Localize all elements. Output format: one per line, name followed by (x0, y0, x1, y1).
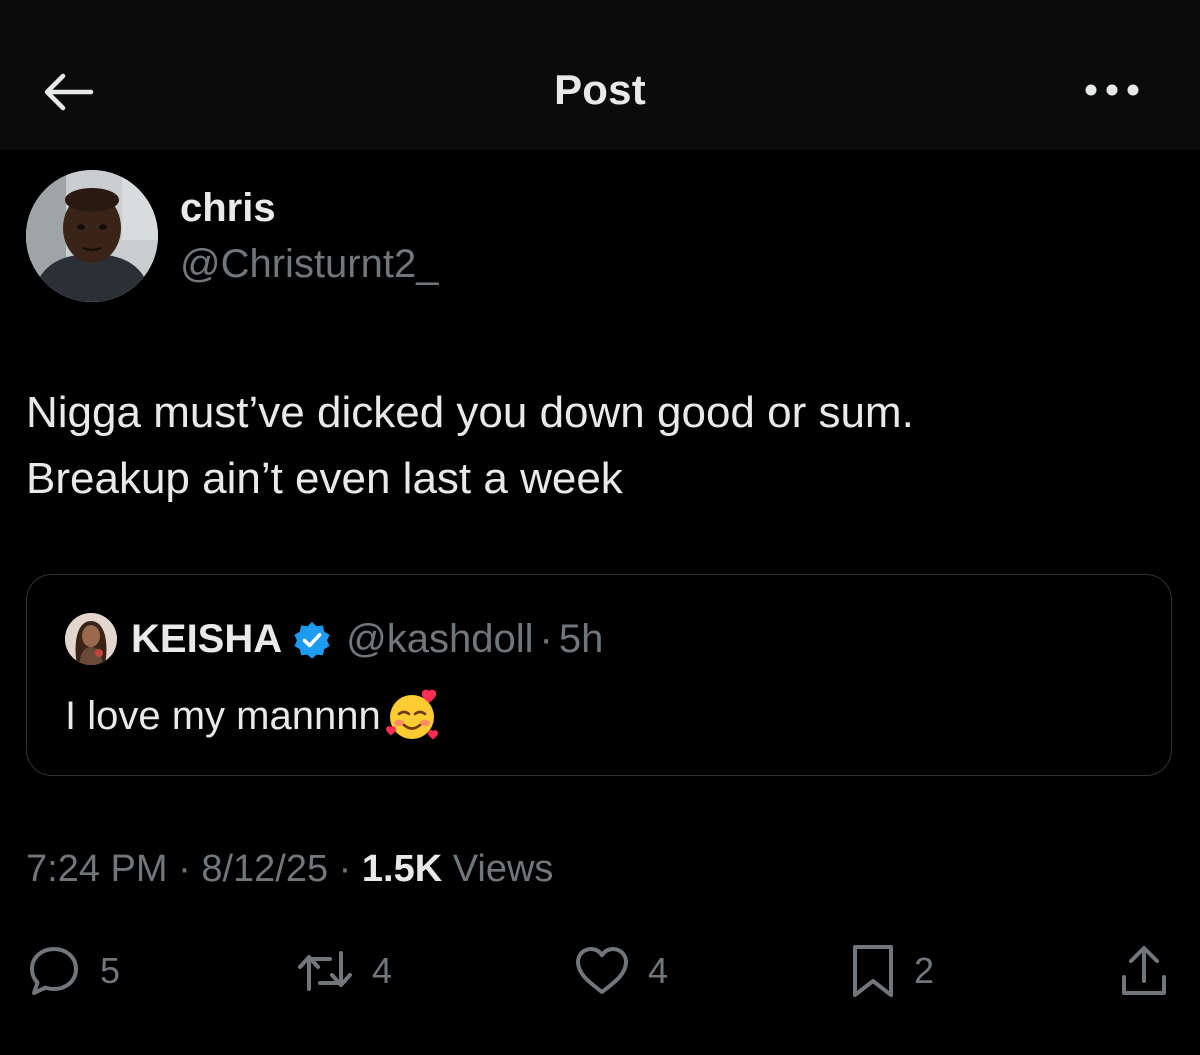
quoted-post-card[interactable]: KEISHA @kashdoll · 5h I love my mannnn (26, 574, 1172, 776)
verified-badge-icon (292, 620, 332, 660)
author-display-name[interactable]: chris (180, 186, 276, 231)
quoted-header: KEISHA @kashdoll · 5h (131, 617, 603, 662)
reply-button[interactable]: 5 (26, 936, 120, 1006)
views-count[interactable]: 1.5K (362, 848, 442, 890)
bookmark-count: 2 (914, 950, 935, 991)
share-button[interactable] (1118, 936, 1170, 1006)
bookmark-button[interactable]: 2 (850, 936, 934, 1006)
post-time: 7:24 PM (26, 848, 168, 890)
quoted-display-name: KEISHA (131, 617, 283, 661)
share-icon (1118, 943, 1170, 999)
meta-separator: · (167, 848, 202, 890)
repost-count: 4 (372, 950, 393, 991)
repost-icon (296, 947, 354, 995)
action-bar: 5 4 4 2 (0, 936, 1200, 1006)
smiling-face-with-hearts-icon (383, 687, 441, 745)
post-date: 8/12/25 (201, 848, 329, 890)
author-handle[interactable]: @Christurnt2_ (180, 242, 438, 287)
quoted-timestamp: 5h (558, 617, 604, 661)
top-bar: Post (0, 0, 1200, 150)
quoted-avatar (65, 613, 117, 665)
reply-count: 5 (100, 950, 121, 991)
meta-separator: · (328, 848, 362, 890)
heart-icon (574, 946, 630, 996)
quoted-text-content: I love my mannnn (65, 693, 381, 738)
post-text-line: Nigga must’ve dicked you down good or su… (26, 388, 914, 437)
like-count: 4 (648, 950, 669, 991)
page-title: Post (554, 66, 646, 113)
post-text: Nigga must’ve dicked you down good or su… (26, 380, 1166, 512)
like-button[interactable]: 4 (574, 936, 668, 1006)
bookmark-icon (850, 943, 896, 999)
quoted-text: I love my mannnn (65, 687, 441, 745)
separator-dot: · (539, 617, 553, 661)
post-text-line: Breakup ain’t even last a week (26, 454, 623, 503)
post-meta: 7:24 PM · 8/12/25 · 1.5K Views (26, 848, 553, 891)
reply-icon (26, 943, 82, 999)
more-options-button[interactable] (1076, 70, 1148, 110)
views-label: Views (442, 848, 554, 890)
repost-button[interactable]: 4 (296, 936, 392, 1006)
more-horizontal-icon (1084, 83, 1140, 97)
quoted-handle: @kashdoll (346, 617, 534, 661)
avatar[interactable] (26, 170, 158, 302)
